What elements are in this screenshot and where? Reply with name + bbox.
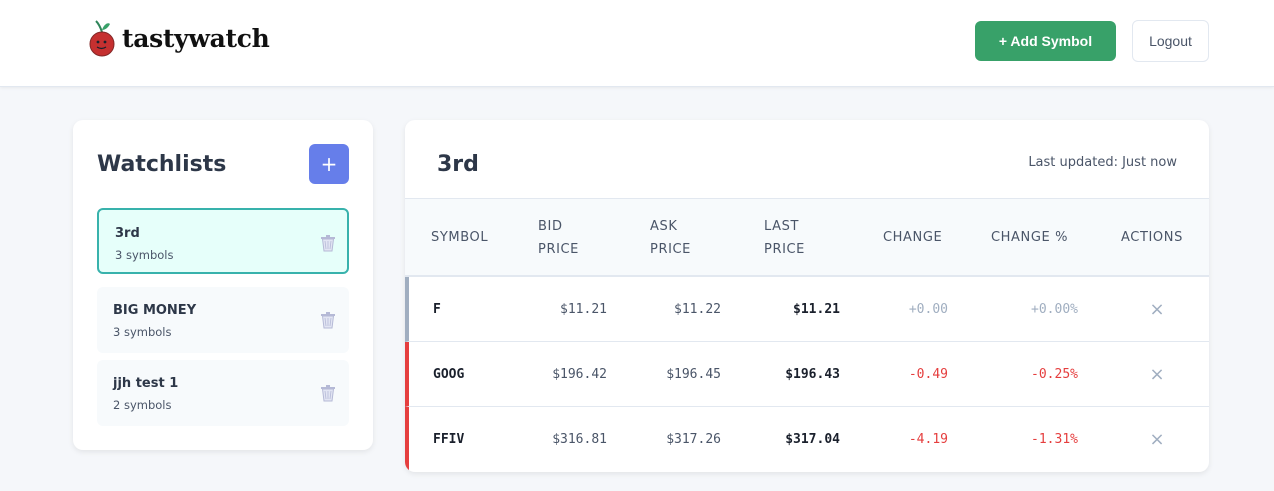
- column-actions: ACTIONS: [1121, 230, 1183, 245]
- close-icon[interactable]: ×: [1129, 407, 1185, 471]
- column-label-line: LAST: [764, 219, 800, 234]
- ask-price-cell: $11.22: [674, 301, 721, 317]
- column-label-line: PRICE: [650, 242, 691, 257]
- column-label-line: BID: [538, 219, 563, 234]
- close-icon[interactable]: ×: [1129, 342, 1185, 406]
- last-updated-text: Last updated: Just now: [1028, 155, 1177, 170]
- watchlist-count: 3 symbols: [113, 325, 172, 339]
- change-percent-cell: -0.25%: [1031, 366, 1078, 382]
- symbol-cell: FFIV: [433, 431, 465, 447]
- logo[interactable]: tastywatch: [88, 18, 270, 58]
- change-cell: -0.49: [908, 366, 948, 382]
- column-last-price[interactable]: LAST PRICE: [764, 215, 805, 261]
- change-cell: +0.00: [908, 301, 948, 317]
- watchlist-item[interactable]: jjh test 1 2 symbols: [97, 360, 349, 426]
- change-cell: -4.19: [908, 431, 948, 447]
- logo-text: tastywatch: [122, 23, 270, 53]
- add-symbol-button[interactable]: + Add Symbol: [975, 21, 1116, 61]
- bid-price-cell: $11.21: [560, 301, 607, 317]
- column-ask-price[interactable]: ASK PRICE: [650, 215, 691, 261]
- logout-button[interactable]: Logout: [1132, 20, 1209, 62]
- trash-icon[interactable]: [319, 384, 337, 402]
- watchlists-title: Watchlists: [97, 152, 227, 177]
- column-bid-price[interactable]: BID PRICE: [538, 215, 579, 261]
- ask-price-cell: $196.45: [666, 366, 721, 382]
- change-percent-cell: +0.00%: [1031, 301, 1078, 317]
- watchlist-count: 3 symbols: [115, 248, 174, 262]
- column-symbol[interactable]: SYMBOL: [431, 226, 488, 249]
- close-icon[interactable]: ×: [1129, 277, 1185, 341]
- table-row[interactable]: F $11.21 $11.22 $11.21 +0.00 +0.00% ×: [405, 277, 1209, 342]
- ask-price-cell: $317.26: [666, 431, 721, 447]
- trash-icon[interactable]: [319, 234, 337, 252]
- watchlist-count: 2 symbols: [113, 398, 172, 412]
- table-header: SYMBOL BID PRICE ASK PRICE LAST PRICE CH…: [405, 198, 1209, 277]
- change-percent-cell: -1.31%: [1031, 431, 1078, 447]
- last-price-cell: $11.21: [793, 301, 840, 317]
- column-label-line: ASK: [650, 219, 678, 234]
- watchlist-name: 3rd: [115, 226, 140, 241]
- column-label-line: PRICE: [538, 242, 579, 257]
- watchlist-name: BIG MONEY: [113, 303, 197, 318]
- column-change[interactable]: CHANGE: [883, 226, 942, 249]
- symbol-cell: GOOG: [433, 366, 465, 382]
- trash-icon[interactable]: [319, 311, 337, 329]
- watchlist-name: jjh test 1: [113, 376, 179, 391]
- table-row[interactable]: FFIV $316.81 $317.26 $317.04 -4.19 -1.31% ×: [405, 407, 1209, 472]
- add-watchlist-button[interactable]: +: [309, 144, 349, 184]
- column-label-line: PRICE: [764, 242, 805, 257]
- table-row[interactable]: GOOG $196.42 $196.45 $196.43 -0.49 -0.25% ×: [405, 342, 1209, 407]
- top-header: tastywatch + Add Symbol Logout: [0, 0, 1274, 87]
- symbol-cell: F: [433, 301, 441, 317]
- last-price-cell: $196.43: [785, 366, 840, 382]
- watchlist-item[interactable]: 3rd 3 symbols: [97, 208, 349, 274]
- bid-price-cell: $196.42: [552, 366, 607, 382]
- bid-price-cell: $316.81: [552, 431, 607, 447]
- last-price-cell: $317.04: [785, 431, 840, 447]
- watchlist-detail-panel: 3rd Last updated: Just now SYMBOL BID PR…: [405, 120, 1209, 472]
- apple-logo-icon: [89, 20, 115, 57]
- watchlists-panel: Watchlists + 3rd 3 symbols BIG MONEY 3 s…: [73, 120, 373, 450]
- watchlist-title: 3rd: [437, 152, 479, 177]
- watchlist-item[interactable]: BIG MONEY 3 symbols: [97, 287, 349, 353]
- column-change-percent[interactable]: CHANGE %: [991, 226, 1068, 249]
